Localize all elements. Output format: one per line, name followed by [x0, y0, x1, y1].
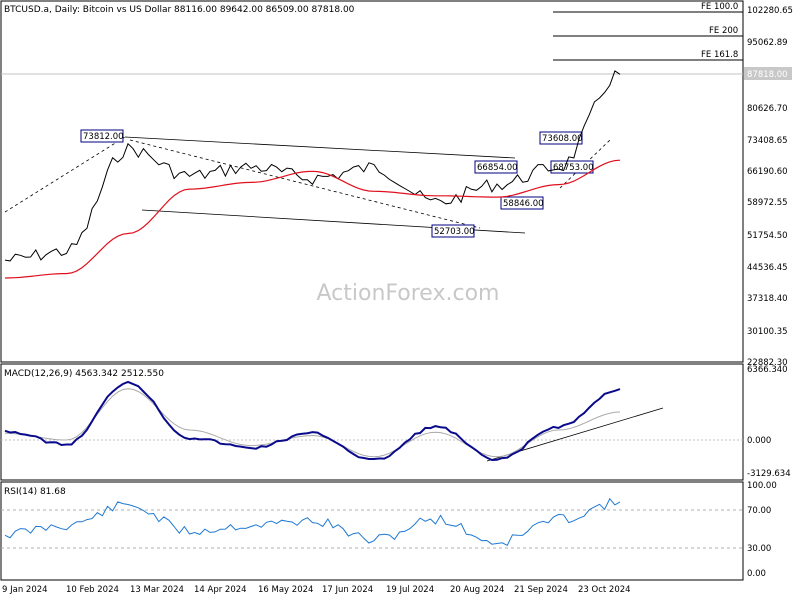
- x-tick-label: 14 Apr 2024: [194, 585, 247, 595]
- x-tick-label: 21 Sep 2024: [514, 585, 568, 595]
- current-price-label: 87818.00: [747, 70, 788, 80]
- annotation-label: 73812.00: [83, 132, 124, 142]
- watermark: ActionForex.com: [317, 281, 500, 306]
- rsi-tick-label: 30.00: [747, 544, 771, 554]
- price-tick-label: 80626.70: [747, 104, 788, 114]
- annotation-label: 58846.00: [503, 199, 544, 209]
- fib-label-200: FE 200: [709, 26, 738, 36]
- rsi-label: RSI(14) 81.68: [4, 487, 66, 497]
- annotation-label: 66854.00: [477, 163, 518, 173]
- chart-root: BTCUSD.a, Daily: Bitcoin vs US Dollar 88…: [0, 0, 800, 600]
- macd-tick-label: -3129.634: [747, 469, 791, 479]
- annotation-label: 68753.00: [553, 163, 594, 173]
- x-tick-label: 17 Jun 2024: [322, 585, 373, 595]
- rsi-tick-label: 70.00: [747, 506, 771, 516]
- price-tick-label: 37318.40: [747, 294, 788, 304]
- chart-title: BTCUSD.a, Daily: Bitcoin vs US Dollar 88…: [4, 5, 355, 15]
- rsi-tick-label: 100.00: [747, 481, 777, 491]
- x-tick-label: 16 May 2024: [258, 585, 313, 595]
- fib-label-161: FE 161.8: [701, 50, 738, 60]
- price-tick-label: 30100.35: [747, 327, 788, 337]
- fib-label-100: FE 100.0: [701, 2, 738, 12]
- price-tick-label: 51754.50: [747, 231, 788, 241]
- x-tick-label: 23 Oct 2024: [578, 585, 631, 595]
- annotation-label: 73608.00: [542, 134, 583, 144]
- x-tick-label: 9 Jan 2024: [2, 585, 48, 595]
- price-tick-label: 95062.89: [747, 38, 788, 48]
- macd-label: MACD(12,26,9) 4563.342 2512.550: [4, 369, 164, 379]
- x-tick-label: 20 Aug 2024: [450, 585, 504, 595]
- price-tick-label: 58972.55: [747, 198, 788, 208]
- x-tick-label: 13 Mar 2024: [130, 585, 184, 595]
- price-tick-label: 73408.65: [747, 136, 788, 146]
- annotation-label: 52703.00: [434, 227, 475, 237]
- x-tick-label: 10 Feb 2024: [66, 585, 119, 595]
- price-tick-label: 102280.65: [747, 6, 793, 16]
- macd-tick-label: 6366.340: [747, 365, 788, 375]
- price-tick-label: 44536.45: [747, 263, 788, 273]
- x-tick-label: 19 Jul 2024: [386, 585, 434, 595]
- price-tick-label: 66190.60: [747, 167, 788, 177]
- macd-tick-label: 0.000: [747, 436, 771, 446]
- rsi-tick-label: 0.00: [747, 569, 766, 579]
